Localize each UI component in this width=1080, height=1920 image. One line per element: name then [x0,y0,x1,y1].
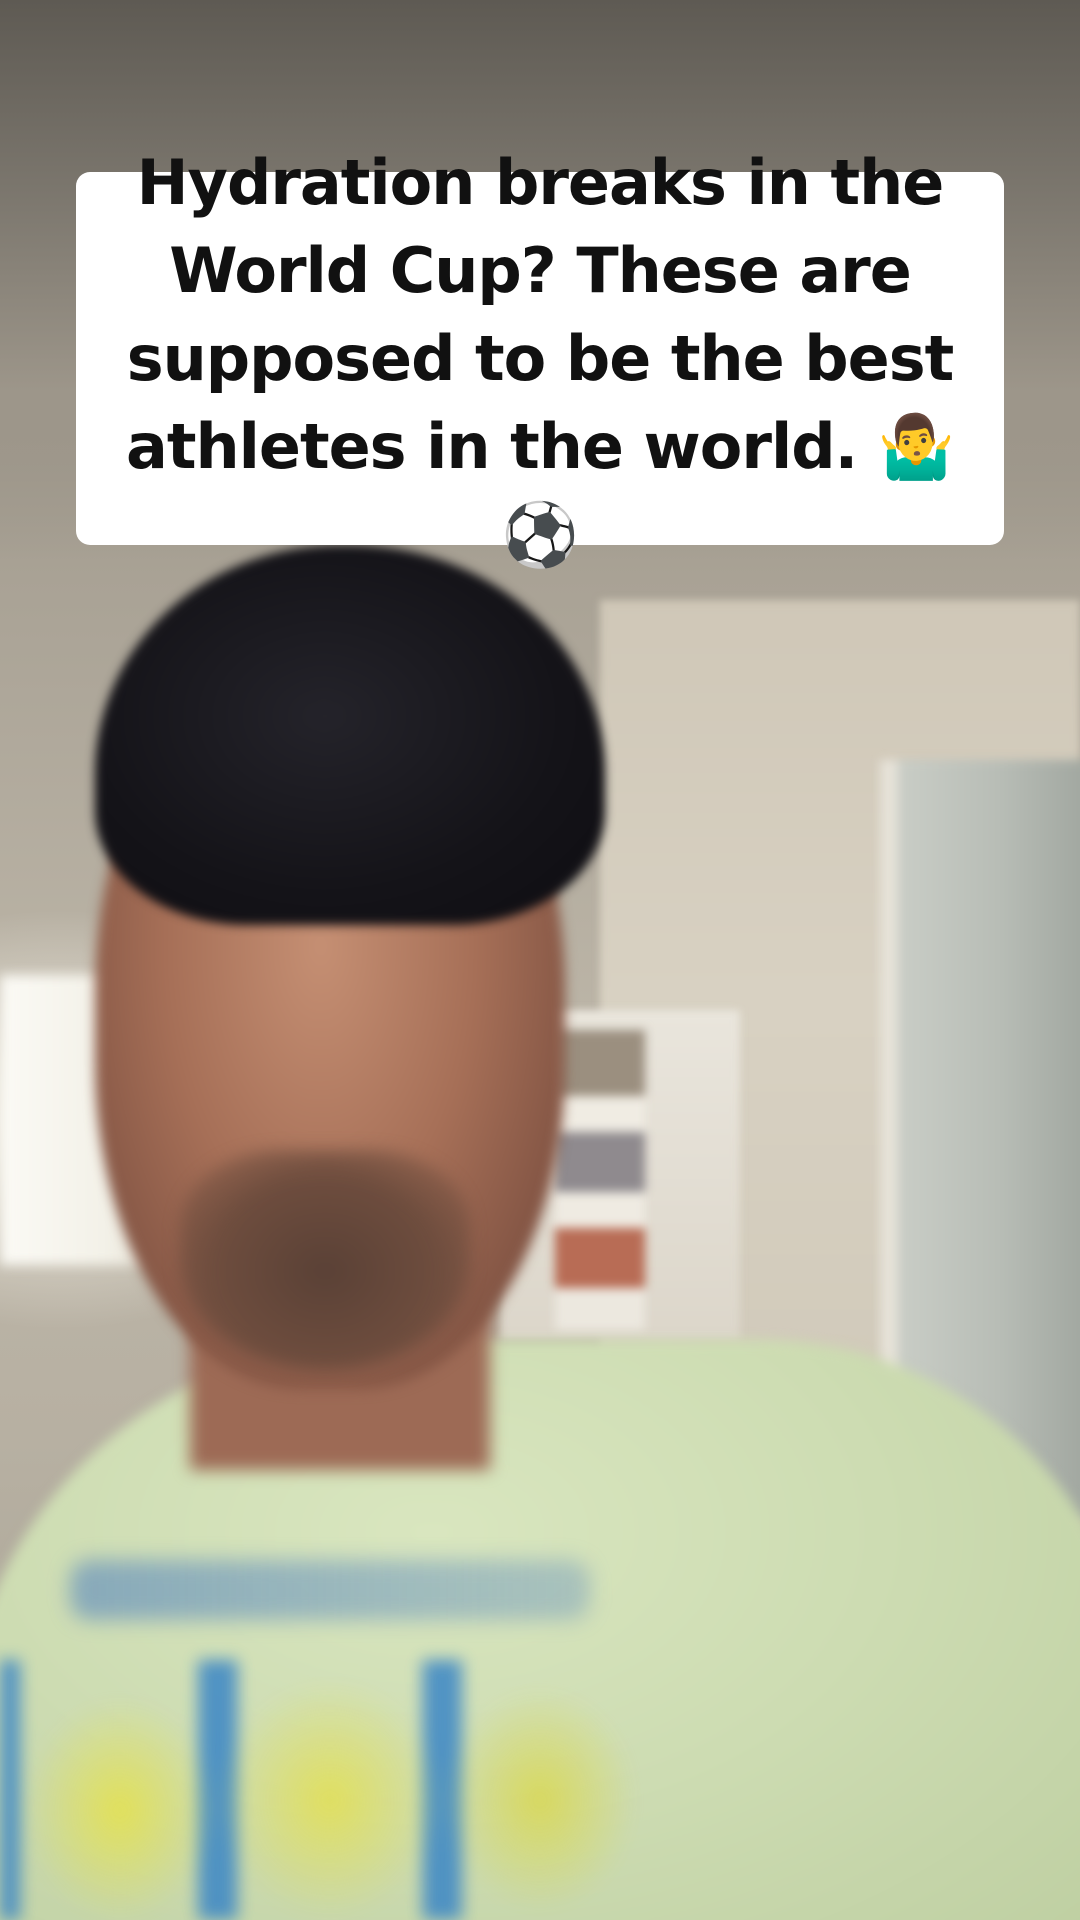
caption-text: Hydration breaks in the World Cup? These… [126,145,955,571]
video-frame: Hydration breaks in the World Cup? These… [0,0,1080,1920]
caption-box: Hydration breaks in the World Cup? These… [76,146,1004,571]
person-beard [180,1150,470,1370]
shelf-items [555,1030,645,1330]
person-cap [95,545,605,925]
shirt-graphic [0,1660,660,1920]
shirt-graphic-text [70,1560,590,1620]
